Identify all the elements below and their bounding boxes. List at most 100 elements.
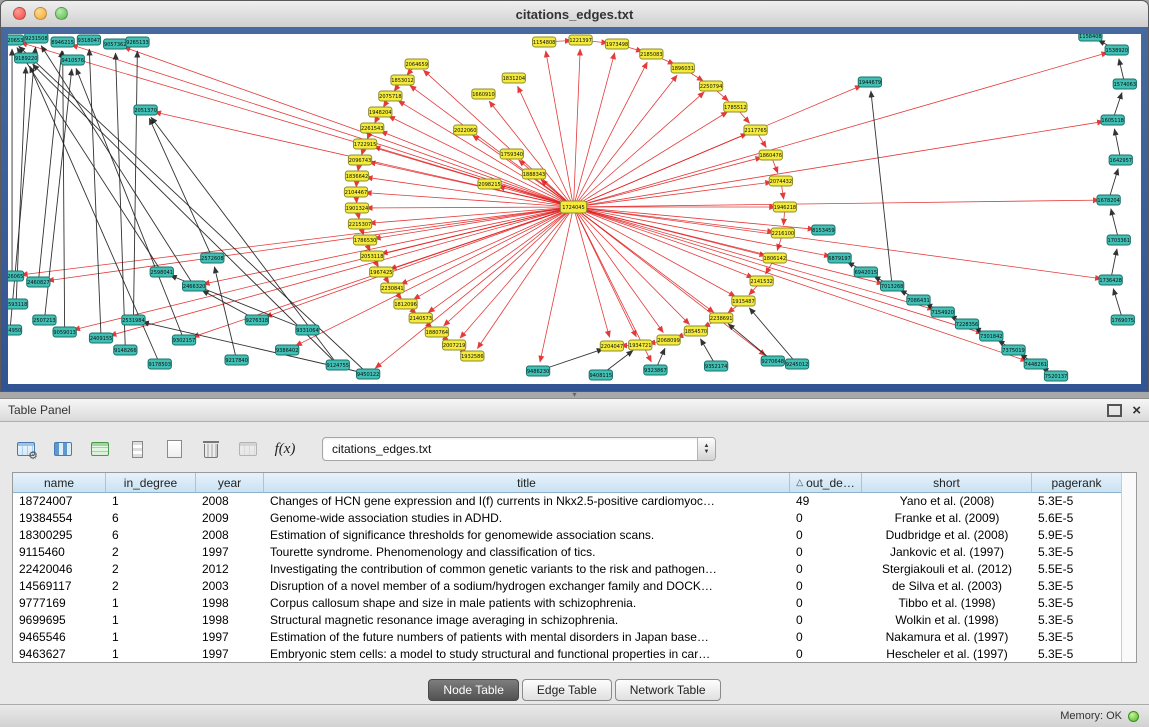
graph-edge[interactable] — [573, 62, 647, 207]
tab-node-table[interactable]: Node Table — [428, 679, 519, 701]
graph-node[interactable]: 9059013 — [53, 327, 76, 337]
graph-node[interactable]: 9410576 — [61, 55, 84, 65]
graph-node[interactable]: 8153459 — [812, 225, 835, 235]
graph-edge[interactable] — [116, 53, 126, 350]
graph-node[interactable]: 2409155 — [89, 333, 112, 343]
network-file-select[interactable]: citations_edges.txt ▲ ▼ — [322, 437, 716, 461]
table-scrollbar[interactable] — [1121, 473, 1136, 662]
graph-edge[interactable] — [573, 207, 651, 362]
column-header-in_degree[interactable]: in_degree — [106, 473, 196, 493]
network-view[interactable]: 1724045206465918530122075718194820422615… — [8, 34, 1141, 384]
graph-node[interactable]: 1831204 — [502, 73, 525, 83]
graph-node[interactable]: 2250794 — [699, 81, 722, 91]
graph-node[interactable]: 1736428 — [1099, 275, 1122, 285]
graph-node[interactable]: 2068099 — [657, 335, 680, 345]
graph-node[interactable]: 7301842 — [980, 331, 1003, 341]
graph-node[interactable]: 2261543 — [361, 123, 384, 133]
graph-node[interactable]: 1605118 — [1101, 115, 1124, 125]
graph-node[interactable]: 1785512 — [724, 102, 747, 112]
graph-node[interactable]: 9318047 — [77, 35, 100, 45]
graph-edge[interactable] — [573, 121, 1103, 207]
graph-edge[interactable] — [366, 207, 573, 208]
graph-node[interactable]: 7448261 — [1024, 359, 1047, 369]
table-mode-button[interactable]: ⚙ — [12, 436, 40, 462]
column-header-year[interactable]: year — [196, 473, 264, 493]
graph-node[interactable]: 1769075 — [1111, 315, 1134, 325]
graph-node[interactable]: 2022060 — [454, 125, 477, 135]
float-panel-icon[interactable] — [1107, 404, 1122, 417]
graph-node[interactable]: 9302157 — [172, 335, 195, 345]
graph-node[interactable]: 7013268 — [881, 281, 904, 291]
window-titlebar[interactable]: citations_edges.txt — [1, 1, 1148, 28]
graph-node[interactable]: 1973498 — [605, 39, 628, 49]
graph-node[interactable]: 2593118 — [8, 299, 28, 309]
graph-node[interactable]: 1934721 — [629, 340, 652, 350]
graph-node[interactable]: 2117765 — [744, 125, 767, 135]
graph-node[interactable]: 1860476 — [759, 150, 782, 160]
graph-node[interactable]: 9124755 — [326, 360, 349, 370]
close-panel-icon[interactable]: × — [1132, 403, 1141, 418]
table-row[interactable]: 1938455462009Genome-wide association stu… — [13, 510, 1122, 527]
graph-node[interactable]: 1759340 — [500, 149, 523, 159]
graph-node[interactable]: 2098215 — [478, 179, 501, 189]
graph-node[interactable]: 1946218 — [773, 202, 796, 212]
table-row[interactable]: 1872400712008Changes of HCN gene express… — [13, 493, 1122, 510]
graph-node[interactable]: 1854570 — [684, 326, 707, 336]
graph-node[interactable]: 1221397 — [569, 35, 592, 45]
table-row[interactable]: 1456911722003Disruption of a novel membe… — [13, 578, 1122, 595]
graph-node[interactable]: 1158408 — [1079, 34, 1102, 41]
graph-node[interactable]: 2051370 — [134, 105, 157, 115]
graph-node[interactable]: 1806142 — [763, 253, 786, 263]
column-header-title[interactable]: title — [264, 473, 790, 493]
graph-node[interactable]: 1812096 — [394, 299, 417, 309]
show-columns-button[interactable] — [49, 436, 77, 462]
graph-edge[interactable] — [573, 112, 727, 207]
graph-edge[interactable] — [573, 200, 1099, 207]
table-row[interactable]: 946554611997Estimation of the future num… — [13, 629, 1122, 646]
graph-node[interactable]: 1660910 — [472, 89, 495, 99]
graph-edge[interactable] — [573, 207, 1027, 361]
graph-node[interactable]: 8946215 — [51, 37, 74, 47]
graph-node[interactable]: 9276318 — [245, 315, 268, 325]
graph-node[interactable]: 2053118 — [361, 251, 384, 261]
graph-edge[interactable] — [47, 207, 573, 281]
tab-edge-table[interactable]: Edge Table — [522, 679, 612, 701]
graph-node[interactable]: 1786530 — [353, 235, 376, 245]
graph-node[interactable]: 9408115 — [589, 370, 612, 380]
graph-edge[interactable] — [573, 207, 753, 278]
graph-node[interactable]: 1642957 — [1109, 155, 1132, 165]
graph-node[interactable]: 9231508 — [25, 34, 48, 43]
graph-node[interactable]: 9265133 — [126, 37, 149, 47]
column-header-pagerank[interactable]: pagerank — [1032, 473, 1122, 493]
delete-table-button[interactable] — [197, 436, 225, 462]
graph-node[interactable]: 1932586 — [461, 351, 484, 361]
graph-edge[interactable] — [295, 207, 573, 346]
graph-node[interactable]: 2064659 — [405, 59, 428, 69]
graph-node[interactable]: 2507213 — [33, 315, 56, 325]
graph-node[interactable]: 9486230 — [526, 366, 549, 376]
table-row[interactable]: 911546021997Tourette syndrome. Phenomeno… — [13, 544, 1122, 561]
graph-node[interactable]: 1574063 — [1113, 79, 1136, 89]
graph-edge[interactable] — [124, 47, 574, 207]
graph-edge[interactable] — [573, 75, 677, 207]
create-column-button[interactable] — [86, 436, 114, 462]
graph-node[interactable]: 1836642 — [345, 171, 368, 181]
close-window-button[interactable] — [13, 7, 26, 20]
graph-node[interactable]: 1880764 — [425, 327, 448, 337]
zoom-window-button[interactable] — [55, 7, 68, 20]
graph-node[interactable]: 1154808 — [533, 37, 556, 47]
graph-edge[interactable] — [428, 207, 573, 313]
table-row[interactable]: 946362711997Embryonic stem cells: a mode… — [13, 646, 1122, 663]
graph-edge[interactable] — [573, 207, 933, 310]
graph-edge[interactable] — [518, 86, 574, 207]
graph-node[interactable]: 2460827 — [27, 277, 50, 287]
graph-node[interactable]: 9245012 — [785, 359, 808, 369]
graph-node[interactable]: 2104467 — [344, 187, 367, 197]
column-header-short[interactable]: short — [862, 473, 1032, 493]
graph-node[interactable]: 1853012 — [391, 75, 414, 85]
graph-node[interactable]: 7228356 — [955, 319, 978, 329]
graph-node[interactable]: 9178503 — [148, 359, 171, 369]
graph-node[interactable]: 2074432 — [769, 176, 792, 186]
graph-node[interactable]: 9120653 — [8, 35, 24, 45]
graph-node[interactable]: 9057362 — [104, 39, 127, 49]
